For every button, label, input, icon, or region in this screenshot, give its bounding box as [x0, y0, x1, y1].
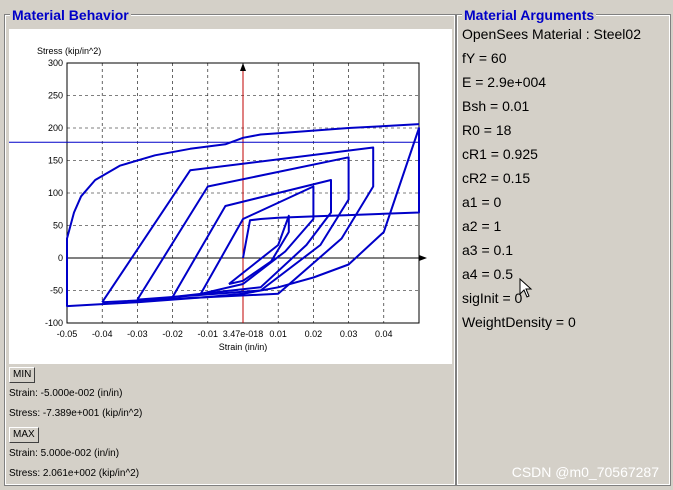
x-tick-label: -0.02	[162, 329, 183, 339]
y-axis-arrow	[240, 63, 246, 71]
y-tick-label: 0	[58, 253, 63, 263]
x-tick-label: 0.04	[375, 329, 393, 339]
y-tick-label: 50	[53, 221, 63, 231]
argument-item: a3 = 0.1	[462, 242, 513, 258]
material-behavior-title: Material Behavior	[10, 7, 131, 23]
max-strain-readout: Strain: 5.000e-002 (in/in)	[9, 448, 120, 459]
argument-item: cR2 = 0.15	[462, 170, 531, 186]
argument-item: a2 = 1	[462, 218, 502, 234]
argument-item: fY = 60	[462, 50, 507, 66]
min-strain-readout: Strain: -5.000e-002 (in/in)	[9, 388, 123, 399]
x-axis-arrow	[419, 255, 427, 261]
y-tick-label: 150	[48, 156, 63, 166]
x-tick-label: 3.47e-018	[223, 329, 264, 339]
material-arguments-panel: Material Arguments OpenSees Material : S…	[456, 7, 671, 486]
y-tick-label: 200	[48, 123, 63, 133]
stress-strain-plot: -0.05 -0.04 -0.03 -0.02 -0.01 3.47e-018 0.01 0.…	[9, 29, 452, 364]
argument-item: sigInit = 0	[462, 290, 523, 306]
argument-item: E = 2.9e+004	[462, 74, 547, 90]
watermark: CSDN @m0_70567287	[511, 464, 659, 480]
argument-item: cR1 = 0.925	[462, 146, 538, 162]
min-stress-readout: Stress: -7.389e+001 (kip/in^2)	[9, 408, 143, 419]
y-tick-label: -50	[50, 286, 63, 296]
argument-item: WeightDensity = 0	[462, 314, 576, 330]
x-tick-label: -0.03	[127, 329, 148, 339]
argument-item: R0 = 18	[462, 122, 512, 138]
material-arguments-title: Material Arguments	[462, 7, 597, 23]
y-tick-label: 100	[48, 188, 63, 198]
hysteresis-inner-loop	[228, 214, 290, 285]
x-axis-label: Strain (in/in)	[219, 342, 268, 352]
x-tick-label: -0.04	[92, 329, 113, 339]
argument-item: a4 = 0.5	[462, 266, 513, 282]
max-button[interactable]: MAX	[9, 427, 39, 443]
y-tick-label: 250	[48, 91, 63, 101]
argument-item: OpenSees Material : Steel02	[462, 26, 641, 42]
x-tick-label: 0.02	[305, 329, 323, 339]
y-axis-label: Stress (kip/in^2)	[37, 46, 101, 56]
material-behavior-panel: Material Behavior -0.05 -0.04 -0.03 -0.02 -0…	[4, 7, 456, 486]
x-tick-label: 0.03	[340, 329, 358, 339]
x-tick-label: 0.01	[269, 329, 287, 339]
mouse-cursor-icon	[519, 278, 533, 298]
argument-item: Bsh = 0.01	[462, 98, 530, 114]
max-stress-readout: Stress: 2.061e+002 (kip/in^2)	[9, 468, 140, 479]
chart-svg: -0.05 -0.04 -0.03 -0.02 -0.01 3.47e-018 0.01 0.…	[9, 46, 427, 352]
y-tick-label: -100	[45, 318, 63, 328]
x-tick-label: -0.01	[198, 329, 219, 339]
y-tick-label: 300	[48, 58, 63, 68]
argument-item: a1 = 0	[462, 194, 502, 210]
min-button[interactable]: MIN	[9, 367, 36, 383]
x-tick-label: -0.05	[57, 329, 78, 339]
